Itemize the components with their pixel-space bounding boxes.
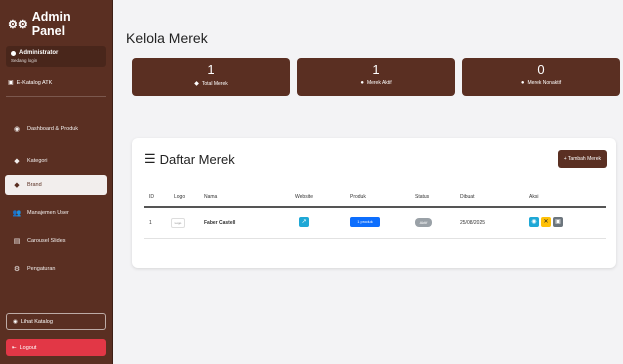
- column-header-created: Dibuat: [460, 194, 475, 200]
- status-badge: Aktif: [415, 218, 432, 227]
- list-icon: ☰: [144, 151, 156, 166]
- logout-button[interactable]: ⇤ Logout: [6, 339, 106, 356]
- tags-icon: ◆: [14, 158, 20, 165]
- column-header-name: Nama: [204, 194, 218, 200]
- stat-label: Total Merek: [201, 80, 228, 87]
- column-header-status: Status: [415, 194, 430, 200]
- images-icon: ▤: [13, 238, 21, 245]
- brand-header: ⚙⚙ Admin Panel: [0, 0, 112, 44]
- column-header-id: ID: [149, 194, 154, 200]
- stat-value: 1: [207, 62, 215, 77]
- column-header-website: Website: [295, 194, 313, 200]
- user-icon: [11, 50, 16, 56]
- sidebar: ⚙⚙ Admin Panel Administrator Sedang logi…: [0, 0, 113, 364]
- users-icon: 👥: [12, 210, 22, 217]
- stat-value: 0: [537, 62, 545, 77]
- tags-icon: ◆: [194, 81, 199, 87]
- user-box: Administrator Sedang login: [6, 46, 106, 67]
- site-link-label: E-Katalog ATK: [16, 79, 53, 86]
- gear-icon: ⚙: [13, 266, 21, 273]
- sidebar-item-label: Dashboard & Produk: [27, 125, 79, 132]
- add-brand-button[interactable]: + Tambah Merek: [557, 150, 607, 168]
- logout-icon: ⇤: [12, 344, 17, 351]
- check-circle-icon: ●: [360, 80, 364, 86]
- user-role: Administrator: [11, 50, 101, 56]
- sidebar-item-users[interactable]: 👥 Manajemen User: [0, 199, 112, 227]
- stat-label: Merek Nonaktif: [527, 80, 562, 86]
- stat-value: 1: [372, 62, 380, 77]
- sidebar-item-brand[interactable]: ◆ Brand: [5, 175, 107, 195]
- stat-card-total: 1 ◆ Total Merek: [132, 58, 290, 96]
- stat-label-row: ◆ Total Merek: [132, 80, 290, 88]
- column-header-product: Produk: [350, 194, 366, 200]
- page-title: Kelola Merek: [126, 30, 208, 46]
- stat-label: Merek Aktif: [366, 80, 392, 86]
- sidebar-nav: ◉ Dashboard & Produk ◆ Kategori ◆ Brand …: [0, 111, 112, 283]
- brand-list-card: ☰ Daftar Merek + Tambah Merek ID Logo Na…: [132, 138, 616, 268]
- sidebar-item-carousel[interactable]: ▤ Carousel Slides: [0, 227, 112, 255]
- card-title: ☰ Daftar Merek: [144, 151, 235, 167]
- toggle-button[interactable]: ✕: [541, 217, 551, 227]
- stat-label-row: ● Merek Aktif: [297, 80, 455, 86]
- delete-button[interactable]: ▣: [553, 217, 563, 227]
- sidebar-item-label: Pengaturan: [27, 266, 56, 272]
- gears-icon: ⚙⚙: [8, 18, 28, 31]
- stat-card-active: 1 ● Merek Aktif: [297, 58, 455, 96]
- cell-name: Faber Castell: [204, 220, 236, 226]
- user-role-label: Administrator: [19, 50, 59, 56]
- sidebar-item-dashboard[interactable]: ◉ Dashboard & Produk: [0, 111, 112, 147]
- user-status: Sedang login: [11, 58, 38, 63]
- sidebar-title: Admin Panel: [31, 10, 71, 38]
- column-header-logo: Logo: [174, 194, 186, 200]
- table-row-divider: [144, 238, 606, 239]
- sidebar-item-label: Brand: [27, 182, 42, 188]
- tag-icon: ◆: [14, 182, 20, 189]
- cell-created: 25/08/2025: [460, 220, 486, 226]
- table-header-divider: [144, 206, 606, 208]
- stat-label-row: ● Merek Nonaktif: [462, 80, 620, 86]
- view-button[interactable]: ◉: [529, 217, 539, 227]
- sidebar-item-kategori[interactable]: ◆ Kategori: [0, 147, 112, 175]
- brand-logo-thumbnail: Logo: [171, 218, 185, 228]
- sidebar-item-label: Carousel Slides: [27, 238, 66, 244]
- product-count-badge: 1 produk: [350, 217, 380, 227]
- site-link[interactable]: ▣ E-Katalog ATK: [0, 67, 112, 87]
- sidebar-item-settings[interactable]: ⚙ Pengaturan: [0, 255, 112, 283]
- cell-id: 1: [149, 220, 152, 226]
- column-header-actions: Aksi: [529, 194, 539, 200]
- x-circle-icon: ●: [520, 80, 525, 86]
- external-link-icon[interactable]: ↗: [299, 217, 309, 227]
- stat-card-inactive: 0 ● Merek Nonaktif: [462, 58, 620, 96]
- view-catalog-button[interactable]: ◉ Lihat Katalog: [6, 313, 106, 330]
- sidebar-item-label: Manajemen User: [27, 210, 69, 216]
- sidebar-divider: [6, 96, 106, 97]
- logout-label: Logout: [19, 344, 37, 351]
- view-catalog-label: Lihat Katalog: [20, 318, 53, 325]
- store-icon: ▣: [8, 80, 14, 86]
- eye-icon: ◉: [13, 318, 18, 325]
- sidebar-item-label: Kategori: [27, 158, 48, 164]
- dashboard-icon: ◉: [13, 125, 21, 133]
- card-title-label: Daftar Merek: [159, 151, 235, 167]
